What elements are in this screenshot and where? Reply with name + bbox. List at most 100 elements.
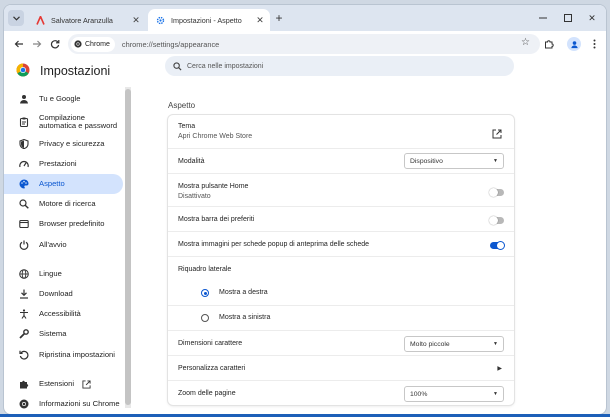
sidebar-item-tu-e-google[interactable]: Tu e Google (9, 89, 123, 109)
puzzle-icon (19, 379, 29, 389)
tab-strip: Salvatore Aranzulla ✕ Impostazioni - Asp… (4, 5, 606, 31)
customize-fonts-row[interactable]: Personalizza caratteri ▶ (168, 355, 514, 380)
bookmarks-bar-row[interactable]: Mostra barra dei preferiti (168, 206, 514, 231)
mode-label: Modalità (178, 158, 205, 165)
side-panel-left-option[interactable]: Mostra a sinistra (168, 305, 514, 330)
home-button-toggle[interactable] (489, 188, 504, 197)
aranzulla-favicon-icon (36, 15, 45, 25)
font-size-label: Dimensioni carattere (178, 340, 243, 347)
sidebar-item-accessibilita[interactable]: Accessibilità (9, 304, 123, 324)
sidebar-item-motore-di-ricerca[interactable]: Motore di ricerca (9, 194, 123, 214)
window-close-icon[interactable]: ✕ (585, 11, 599, 25)
sidebar-item-compilazione[interactable]: Compilazione automatica e password (9, 111, 123, 133)
settings-search-input[interactable]: Cerca nelle impostazioni (165, 56, 514, 76)
theme-row[interactable]: Tema Apri Chrome Web Store (168, 115, 514, 148)
sidebar-item-label: Compilazione automatica e password (39, 112, 118, 130)
home-button-row[interactable]: Mostra pulsante Home Disattivato (168, 173, 514, 206)
close-icon[interactable]: ✕ (254, 14, 266, 26)
extensions-puzzle-icon[interactable] (542, 37, 556, 51)
site-info-chip[interactable]: Chrome (71, 36, 115, 52)
sidebar-item-label: Informazioni su Chrome (39, 398, 120, 408)
chevron-down-icon (12, 15, 20, 21)
new-tab-button[interactable]: + (272, 11, 286, 25)
sidebar-item-label: Browser predefinito (39, 218, 105, 228)
back-arrow-icon[interactable] (12, 37, 26, 51)
sidebar-item-privacy[interactable]: Privacy e sicurezza (9, 134, 123, 154)
bookmark-star-icon[interactable]: ☆ (521, 37, 530, 48)
forward-arrow-icon[interactable] (30, 37, 44, 51)
sidebar-scrollbar-thumb[interactable] (125, 89, 131, 405)
sidebar-item-download[interactable]: Download (9, 284, 123, 304)
side-panel-right-option[interactable]: Mostra a destra (168, 281, 514, 305)
browser-window: Salvatore Aranzulla ✕ Impostazioni - Asp… (4, 5, 606, 414)
sidebar-item-estensioni[interactable]: Estensioni (9, 374, 123, 394)
maximize-icon[interactable] (561, 11, 575, 25)
sidebar-item-label: All'avvio (39, 239, 67, 249)
browser-icon (19, 219, 29, 229)
chrome-icon (19, 399, 29, 409)
tab-previews-toggle[interactable] (490, 241, 505, 250)
url-text: chrome://settings/appearance (121, 39, 220, 49)
radio-right[interactable] (201, 289, 209, 297)
chrome-logo-icon (16, 63, 30, 77)
font-size-value: Molto piccole (410, 340, 450, 348)
globe-icon (19, 269, 29, 279)
caret-down-icon: ▼ (493, 341, 498, 347)
person-icon (19, 94, 29, 104)
customize-fonts-label: Personalizza caratteri (178, 365, 246, 372)
section-title: Aspetto (168, 101, 196, 110)
radio-right-label: Mostra a destra (219, 289, 268, 296)
chrome-logo-icon (74, 40, 82, 48)
caret-down-icon: ▼ (493, 158, 498, 164)
page-zoom-select[interactable]: 100% ▼ (404, 386, 504, 402)
radio-left-label: Mostra a sinistra (219, 314, 271, 321)
tab-impostazioni-aspetto[interactable]: Impostazioni - Aspetto ✕ (148, 9, 270, 31)
settings-gear-icon (156, 16, 165, 25)
sidebar-item-browser-predefinito[interactable]: Browser predefinito (9, 214, 123, 234)
home-button-label: Mostra pulsante Home (178, 183, 249, 190)
close-icon[interactable]: ✕ (130, 14, 142, 26)
radio-left[interactable] (201, 314, 209, 322)
side-panel-row: Riquadro laterale (168, 256, 514, 281)
page-zoom-value: 100% (410, 390, 428, 398)
palette-icon (19, 179, 29, 189)
sidebar-item-label: Motore di ricerca (39, 198, 96, 208)
sidebar-item-lingue[interactable]: Lingue (9, 264, 123, 284)
theme-sub: Apri Chrome Web Store (178, 133, 253, 140)
sidebar-item-label: Sistema (39, 328, 67, 338)
address-bar[interactable]: Chrome chrome://settings/appearance ☆ (68, 34, 540, 54)
site-chip-label: Chrome (85, 40, 110, 48)
bookmarks-bar-label: Mostra barra dei preferiti (178, 216, 255, 223)
tab-salvatore-aranzulla[interactable]: Salvatore Aranzulla ✕ (28, 9, 146, 31)
sidebar-item-sistema[interactable]: Sistema (9, 324, 123, 344)
open-external-icon[interactable] (492, 129, 502, 139)
browser-toolbar: Chrome chrome://settings/appearance ☆ (4, 31, 606, 57)
sidebar-item-label: Accessibilità (39, 308, 81, 318)
bookmarks-bar-toggle[interactable] (489, 216, 504, 225)
profile-avatar-icon[interactable] (567, 37, 581, 51)
sidebar-item-label: Download (39, 288, 73, 298)
download-icon (19, 289, 29, 299)
toggle-knob (489, 216, 498, 225)
sidebar-item-aspetto[interactable]: Aspetto (4, 174, 123, 194)
toggle-knob (496, 241, 505, 250)
speedometer-icon (19, 159, 29, 169)
page-zoom-label: Zoom delle pagine (178, 390, 236, 397)
sidebar-item-prestazioni[interactable]: Prestazioni (9, 154, 123, 174)
accessibility-icon (19, 309, 29, 319)
mode-select[interactable]: Dispositivo ▼ (404, 153, 504, 169)
tab-search-button[interactable] (8, 10, 24, 26)
kebab-menu-icon[interactable] (587, 37, 601, 51)
minimize-icon[interactable] (536, 11, 550, 25)
reload-icon[interactable] (48, 37, 62, 51)
power-icon (19, 240, 29, 250)
sidebar-item-informazioni[interactable]: Informazioni su Chrome (9, 394, 123, 414)
sidebar-item-label: Lingue (39, 268, 62, 278)
sidebar-item-all-avvio[interactable]: All'avvio (9, 235, 123, 255)
tab-previews-row[interactable]: Mostra immagini per schede popup di ante… (168, 231, 514, 256)
settings-sidebar: Tu e Google Compilazione automatica e pa… (4, 85, 128, 414)
theme-label: Tema (178, 123, 196, 130)
font-size-select[interactable]: Molto piccole ▼ (404, 336, 504, 352)
sidebar-item-ripristina[interactable]: Ripristina impostazioni (9, 345, 123, 365)
mode-row: Modalità Dispositivo ▼ (168, 148, 514, 173)
